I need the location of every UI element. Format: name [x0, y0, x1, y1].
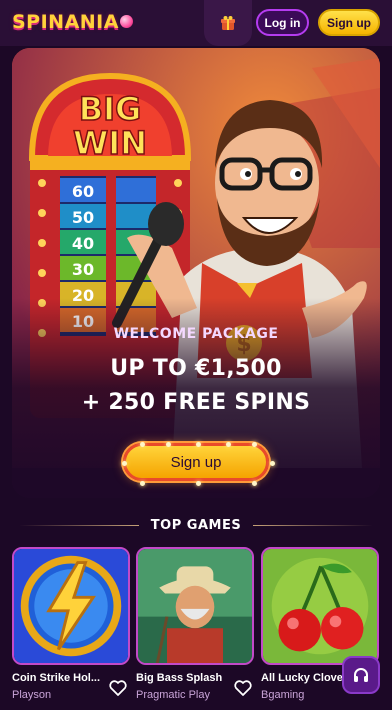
game-card-all-lucky-clover[interactable]	[261, 547, 379, 665]
game-provider: Pragmatic Play	[136, 689, 210, 701]
top-games-title: TOP GAMES	[150, 517, 242, 533]
heart-icon[interactable]	[108, 678, 128, 698]
button-bulb	[196, 481, 201, 486]
button-bulb	[252, 481, 257, 486]
logo-ball-icon	[119, 14, 133, 28]
headphones-icon	[354, 668, 368, 682]
big-win-sign-text: BIG	[79, 90, 142, 128]
game-card-coin-strike[interactable]	[12, 547, 130, 665]
game-provider: Playson	[12, 689, 52, 701]
button-bulb	[122, 461, 127, 466]
meter-value: 40	[72, 234, 94, 253]
button-bulb	[252, 442, 257, 447]
promo-free-spins: + 250 FREE SPINS	[81, 390, 311, 415]
meter-value: 60	[72, 182, 94, 201]
game-title[interactable]: Big Bass Splash	[136, 672, 228, 684]
divider-right	[253, 524, 374, 526]
big-win-sign-text: WIN	[73, 124, 147, 162]
button-bulb	[196, 442, 201, 447]
banner-signup-button[interactable]: Sign up	[122, 442, 275, 486]
game-provider: Bgaming	[261, 689, 305, 701]
game-title[interactable]: Coin Strike Hol...	[12, 672, 104, 684]
game-thumbnail	[263, 549, 377, 663]
header: SPINANIA Log in Sign up	[0, 0, 392, 46]
divider-left	[18, 524, 139, 526]
heart-icon[interactable]	[233, 678, 253, 698]
meter-value: 50	[72, 208, 94, 227]
button-bulb	[270, 461, 275, 466]
game-card-big-bass-splash[interactable]	[136, 547, 254, 665]
button-bulb	[140, 481, 145, 486]
top-games-heading: TOP GAMES	[0, 516, 392, 534]
header-signup-button[interactable]: Sign up	[318, 9, 380, 36]
promo-amount: UP TO €1,500	[110, 356, 282, 381]
game-title[interactable]: All Lucky Clove	[261, 672, 353, 684]
logo-text: SPINANIA	[12, 11, 119, 33]
support-chat-button[interactable]	[342, 656, 380, 694]
gift-icon	[221, 16, 235, 30]
spinania-logo[interactable]: SPINANIA	[12, 8, 133, 36]
login-button[interactable]: Log in	[256, 9, 309, 36]
gift-button[interactable]	[204, 0, 252, 46]
welcome-banner[interactable]: $ BIGWIN605040302010 WELCOME PACKAGE UP …	[12, 48, 380, 498]
promo-subtitle: WELCOME PACKAGE	[113, 326, 279, 342]
button-bulb	[166, 442, 171, 447]
game-thumbnail	[138, 549, 252, 663]
button-bulb	[226, 442, 231, 447]
meter-value: 30	[72, 260, 94, 279]
game-thumbnail	[14, 549, 128, 663]
button-bulb	[140, 442, 145, 447]
